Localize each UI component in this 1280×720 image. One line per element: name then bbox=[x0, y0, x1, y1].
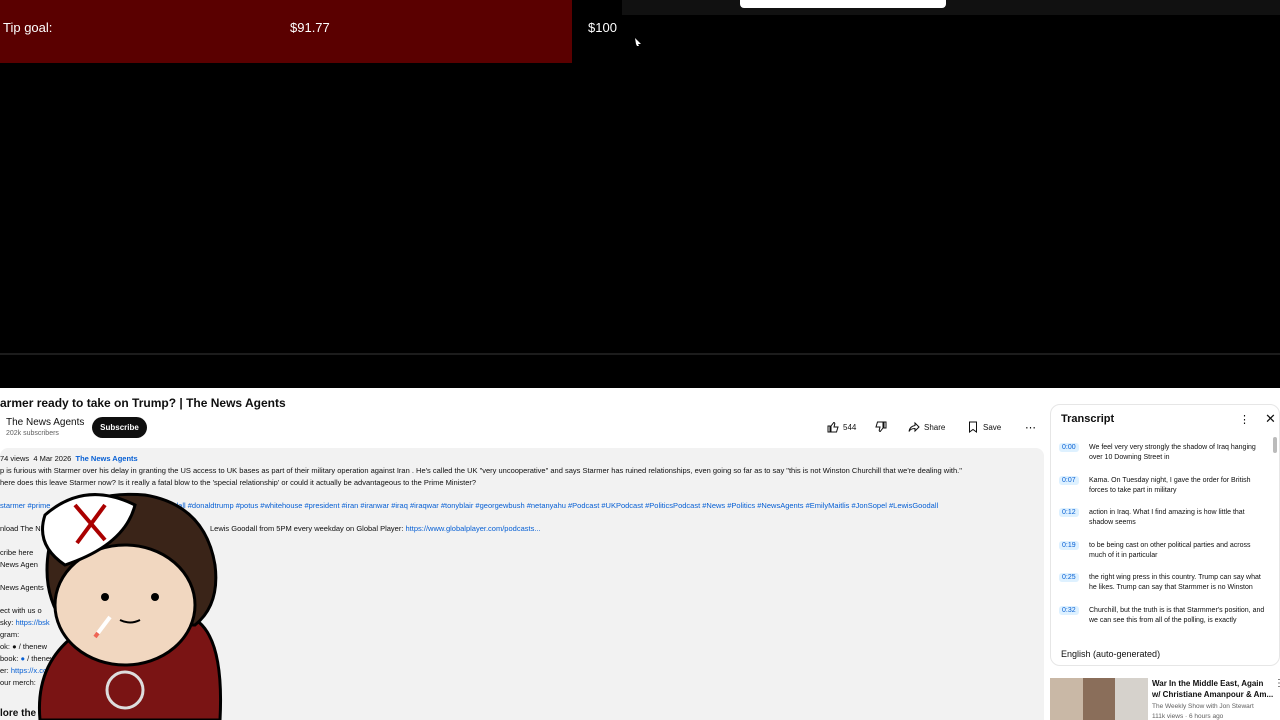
transcript-text: Kama. On Tuesday night, I gave the order… bbox=[1089, 476, 1251, 494]
upload-date: 4 Mar 2026 bbox=[33, 454, 72, 463]
save-label: Save bbox=[983, 422, 1002, 432]
transcript-text: Churchill, but the truth is is that Star… bbox=[1089, 606, 1265, 624]
streamer-avatar bbox=[37, 492, 223, 720]
tiktok-label: ok: bbox=[0, 642, 11, 651]
more-icon[interactable]: ⋮ bbox=[1274, 678, 1280, 689]
download-line: Lewis Goodall from 5PM every weekday on … bbox=[210, 524, 541, 533]
share-icon bbox=[908, 421, 920, 433]
recommended-thumbnail[interactable] bbox=[1050, 678, 1149, 720]
description-line-1: p is furious with Starmer over his delay… bbox=[0, 466, 962, 475]
recommended-title[interactable]: War In the Middle East, Again w/ Christi… bbox=[1152, 678, 1274, 700]
save-button[interactable]: Save bbox=[967, 418, 1001, 436]
subscriber-count: 202k subscribers bbox=[6, 430, 59, 437]
transcript-timestamp[interactable]: 0:12 bbox=[1059, 508, 1079, 517]
bookmark-icon bbox=[969, 421, 977, 433]
transcript-text: action in Iraq. What I find amazing is h… bbox=[1089, 509, 1245, 526]
tip-goal-amount: $100 bbox=[588, 20, 617, 35]
transcript-timestamp[interactable]: 0:32 bbox=[1059, 605, 1079, 615]
facebook-label: book: bbox=[0, 654, 19, 663]
transcript-timestamp[interactable]: 0:19 bbox=[1059, 540, 1079, 550]
transcript-row[interactable]: 0:25 the right wing press in this country… bbox=[1059, 573, 1273, 597]
share-label: Share bbox=[924, 422, 946, 432]
bluesky-label: sky: bbox=[0, 618, 14, 627]
view-count: 74 views bbox=[0, 454, 30, 463]
video-title: armer ready to take on Trump? | The News… bbox=[0, 396, 286, 410]
transcript-row[interactable]: 0:19 to be being cast on other political … bbox=[1059, 540, 1273, 565]
thumbs-up-icon bbox=[827, 421, 839, 433]
transcript-language[interactable]: English (auto-generated) bbox=[1061, 649, 1160, 659]
recommended-views: 111k views · 6 hours ago bbox=[1152, 713, 1224, 720]
more-actions-button[interactable]: ⋯ bbox=[1025, 418, 1036, 436]
transcript-row[interactable]: 0:07 Kama. On Tuesday night, I gave the o… bbox=[1059, 475, 1273, 500]
transcript-scrollbar[interactable] bbox=[1273, 437, 1277, 453]
thumbs-down-icon bbox=[875, 421, 887, 433]
subscribe-button[interactable]: Subscribe bbox=[92, 417, 147, 438]
channel-name[interactable]: The News Agents bbox=[6, 417, 84, 428]
x-label: er: bbox=[0, 666, 9, 675]
transcript-panel: Transcript ⋮ ✕ 0:00 We feel very very str… bbox=[1050, 404, 1280, 666]
globalplayer-link[interactable]: https://www.globalplayer.com/podcasts... bbox=[406, 524, 541, 533]
tip-goal-label: Tip goal: bbox=[3, 20, 53, 35]
share-button[interactable]: Share bbox=[908, 418, 945, 436]
download-text: Lewis Goodall from 5PM every weekday on … bbox=[210, 524, 404, 533]
transcript-row[interactable]: 0:12 action in Iraq. What I find amazing … bbox=[1059, 508, 1273, 532]
transcript-text: to be being cast on other political part… bbox=[1089, 541, 1251, 559]
close-icon[interactable]: ✕ bbox=[1265, 411, 1276, 427]
description-meta: 74 views 4 Mar 2026 The News Agents bbox=[0, 454, 138, 463]
transcript-menu-icon[interactable]: ⋮ bbox=[1239, 413, 1250, 426]
mouse-cursor-icon bbox=[635, 38, 641, 46]
transcript-row[interactable]: 0:32 Churchill, but the truth is is that … bbox=[1059, 605, 1273, 630]
recommended-video[interactable]: War In the Middle East, Again w/ Christi… bbox=[1050, 676, 1280, 720]
transcript-timestamp[interactable]: 0:00 bbox=[1059, 443, 1079, 452]
transcript-timestamp[interactable]: 0:07 bbox=[1059, 475, 1079, 485]
tip-goal-bar bbox=[0, 0, 572, 63]
tip-current-amount: $91.77 bbox=[290, 20, 330, 35]
top-strip bbox=[622, 0, 1280, 15]
screen: Tip goal: $91.77 $100 armer ready to tak… bbox=[0, 0, 1280, 720]
hashtags[interactable]: dall #donaldtrump #potus #whitehouse #pr… bbox=[174, 501, 938, 510]
transcript-title: Transcript bbox=[1061, 413, 1115, 425]
transcript-timestamp[interactable]: 0:25 bbox=[1059, 573, 1079, 582]
recommended-channel: The Weekly Show with Jon Stewart bbox=[1152, 703, 1254, 710]
instagram-line: gram: bbox=[0, 630, 20, 639]
dislike-button[interactable] bbox=[875, 418, 887, 436]
like-count: 544 bbox=[843, 422, 857, 432]
player-divider bbox=[0, 353, 1280, 355]
tiktok-icon: ● bbox=[12, 642, 17, 651]
description-channel-link[interactable]: The News Agents bbox=[75, 454, 137, 463]
top-pill bbox=[740, 0, 946, 8]
transcript-text: We feel very very strongly the shadow of… bbox=[1089, 444, 1256, 461]
transcript-text: the right wing press in this country. Tr… bbox=[1089, 574, 1261, 591]
transcript-row[interactable]: 0:00 We feel very very strongly the shado… bbox=[1059, 443, 1273, 467]
like-button[interactable]: 544 bbox=[827, 418, 856, 436]
